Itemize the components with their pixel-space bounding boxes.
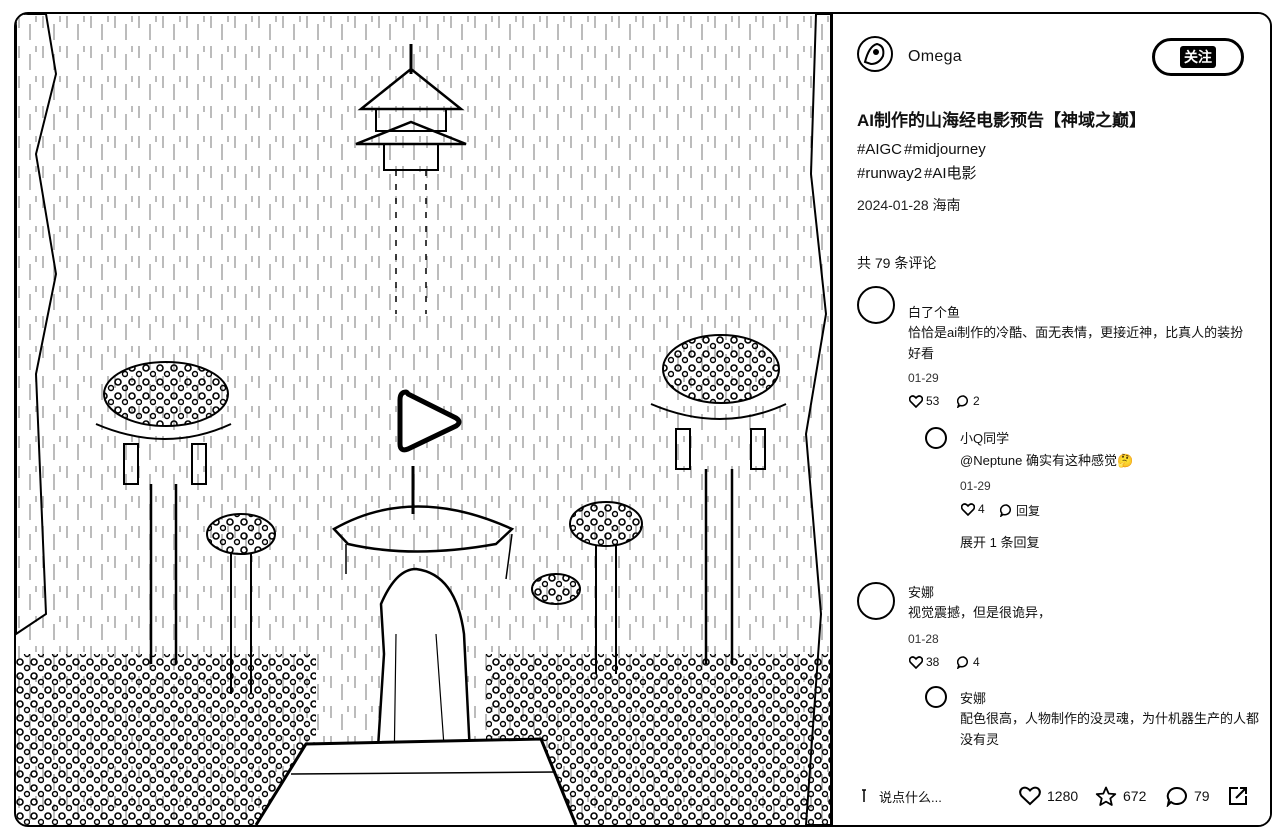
chat-bubble-icon bbox=[1000, 504, 1011, 517]
follow-button-label: 关注 bbox=[1180, 46, 1216, 68]
post-detail-panel: Omega 关注 AI制作的山海经电影预告【神域之巅】 #AIGC #midjou… bbox=[833, 14, 1270, 825]
like-count: 1280 bbox=[1047, 788, 1079, 804]
comment-like-button[interactable]: 38 bbox=[909, 655, 939, 669]
reply-date: 01-28 bbox=[960, 757, 991, 759]
reply-date: 01-29 bbox=[960, 479, 991, 493]
reply-like-count: 4 bbox=[978, 502, 985, 516]
video-player[interactable] bbox=[16, 14, 833, 825]
favorite-count: 672 bbox=[1123, 788, 1147, 804]
heart-icon bbox=[909, 655, 923, 669]
comment-reply-count: 2 bbox=[973, 394, 980, 408]
reply-text: 配色很高，人物制作的没灵魂，为什机器生产的人都没有灵 bbox=[960, 711, 1260, 747]
post-card: Omega 关注 AI制作的山海经电影预告【神域之巅】 #AIGC #midjou… bbox=[14, 12, 1272, 827]
reply-name[interactable]: 小Q同学 bbox=[960, 428, 1009, 447]
reply-avatar[interactable] bbox=[925, 427, 947, 449]
commenter-avatar[interactable] bbox=[857, 582, 895, 620]
author-avatar[interactable] bbox=[857, 36, 893, 72]
star-icon bbox=[1095, 786, 1117, 806]
comment-total: 79 bbox=[1194, 788, 1210, 804]
comment-input-placeholder: 说点什么... bbox=[879, 789, 942, 805]
heart-icon bbox=[961, 502, 975, 516]
comment-input[interactable]: 说点什么... bbox=[859, 781, 999, 811]
engagement-bar: 说点什么... 1280 672 79 bbox=[833, 769, 1270, 825]
post-title: AI制作的山海经电影预告【神域之巅】 bbox=[857, 111, 1146, 130]
author-name[interactable]: Omega bbox=[908, 48, 962, 66]
tag-runway2[interactable]: #runway2 bbox=[857, 165, 922, 182]
comment-reply-button[interactable]: 4 bbox=[957, 655, 980, 669]
play-icon bbox=[397, 389, 462, 453]
reply-reply-button[interactable]: 回复 bbox=[1000, 502, 1040, 519]
comment-like-button[interactable]: 53 bbox=[909, 394, 939, 408]
follow-button[interactable]: 关注 bbox=[1152, 38, 1244, 76]
reply-name[interactable]: 安娜 bbox=[960, 688, 986, 707]
reply-text: @Neptune 确实有这种感觉🤔 bbox=[960, 453, 1134, 468]
comment-count: 共 79 条评论 bbox=[857, 255, 937, 271]
comment-text: 视觉震撼，但是很诡异， bbox=[908, 605, 1052, 620]
heart-icon bbox=[909, 394, 923, 408]
share-icon bbox=[1229, 787, 1247, 805]
chat-bubble-icon bbox=[1166, 786, 1187, 807]
tag-ai-film[interactable]: #AI电影 bbox=[924, 165, 977, 182]
post-date-location: 2024-01-28 海南 bbox=[857, 197, 961, 213]
tag-aigc[interactable]: #AIGC bbox=[857, 141, 902, 158]
chat-bubble-icon bbox=[957, 394, 968, 408]
comment-date: 01-28 bbox=[908, 632, 939, 646]
tag-midjourney[interactable]: #midjourney bbox=[904, 141, 986, 158]
pencil-icon bbox=[862, 789, 866, 802]
comment-reply-button[interactable]: 2 bbox=[957, 394, 980, 408]
comment-list[interactable]: 白了个鱼 恰恰是ai制作的冷酷、面无表情，更接近神，比真人的装扮好看 01-29… bbox=[833, 284, 1270, 759]
commenter-avatar[interactable] bbox=[857, 286, 895, 324]
play-button[interactable] bbox=[394, 386, 464, 458]
heart-icon bbox=[1019, 786, 1041, 806]
like-button[interactable]: 1280 bbox=[1019, 781, 1078, 811]
reply-reply-label: 回复 bbox=[1016, 504, 1041, 518]
comment-date: 01-29 bbox=[908, 371, 939, 385]
share-button[interactable] bbox=[1227, 781, 1249, 811]
reply-avatar[interactable] bbox=[925, 686, 947, 708]
comment-text: 恰恰是ai制作的冷酷、面无表情，更接近神，比真人的装扮好看 bbox=[908, 325, 1244, 361]
comment-reply-count: 4 bbox=[973, 655, 980, 669]
commenter-name[interactable]: 白了个鱼 bbox=[908, 302, 960, 321]
comment-like-count: 53 bbox=[926, 394, 940, 408]
comment-like-count: 38 bbox=[926, 655, 940, 669]
favorite-button[interactable]: 672 bbox=[1095, 781, 1146, 811]
commenter-name[interactable]: 安娜 bbox=[908, 582, 934, 601]
comment-button[interactable]: 79 bbox=[1166, 781, 1210, 811]
tag-list: #AIGC #midjourney #runway2 #AI电影 bbox=[857, 138, 1247, 186]
expand-replies-link[interactable]: 展开 1 条回复 bbox=[960, 532, 1039, 551]
chat-bubble-icon bbox=[957, 655, 968, 669]
reply-like-button[interactable]: 4 bbox=[961, 502, 985, 516]
